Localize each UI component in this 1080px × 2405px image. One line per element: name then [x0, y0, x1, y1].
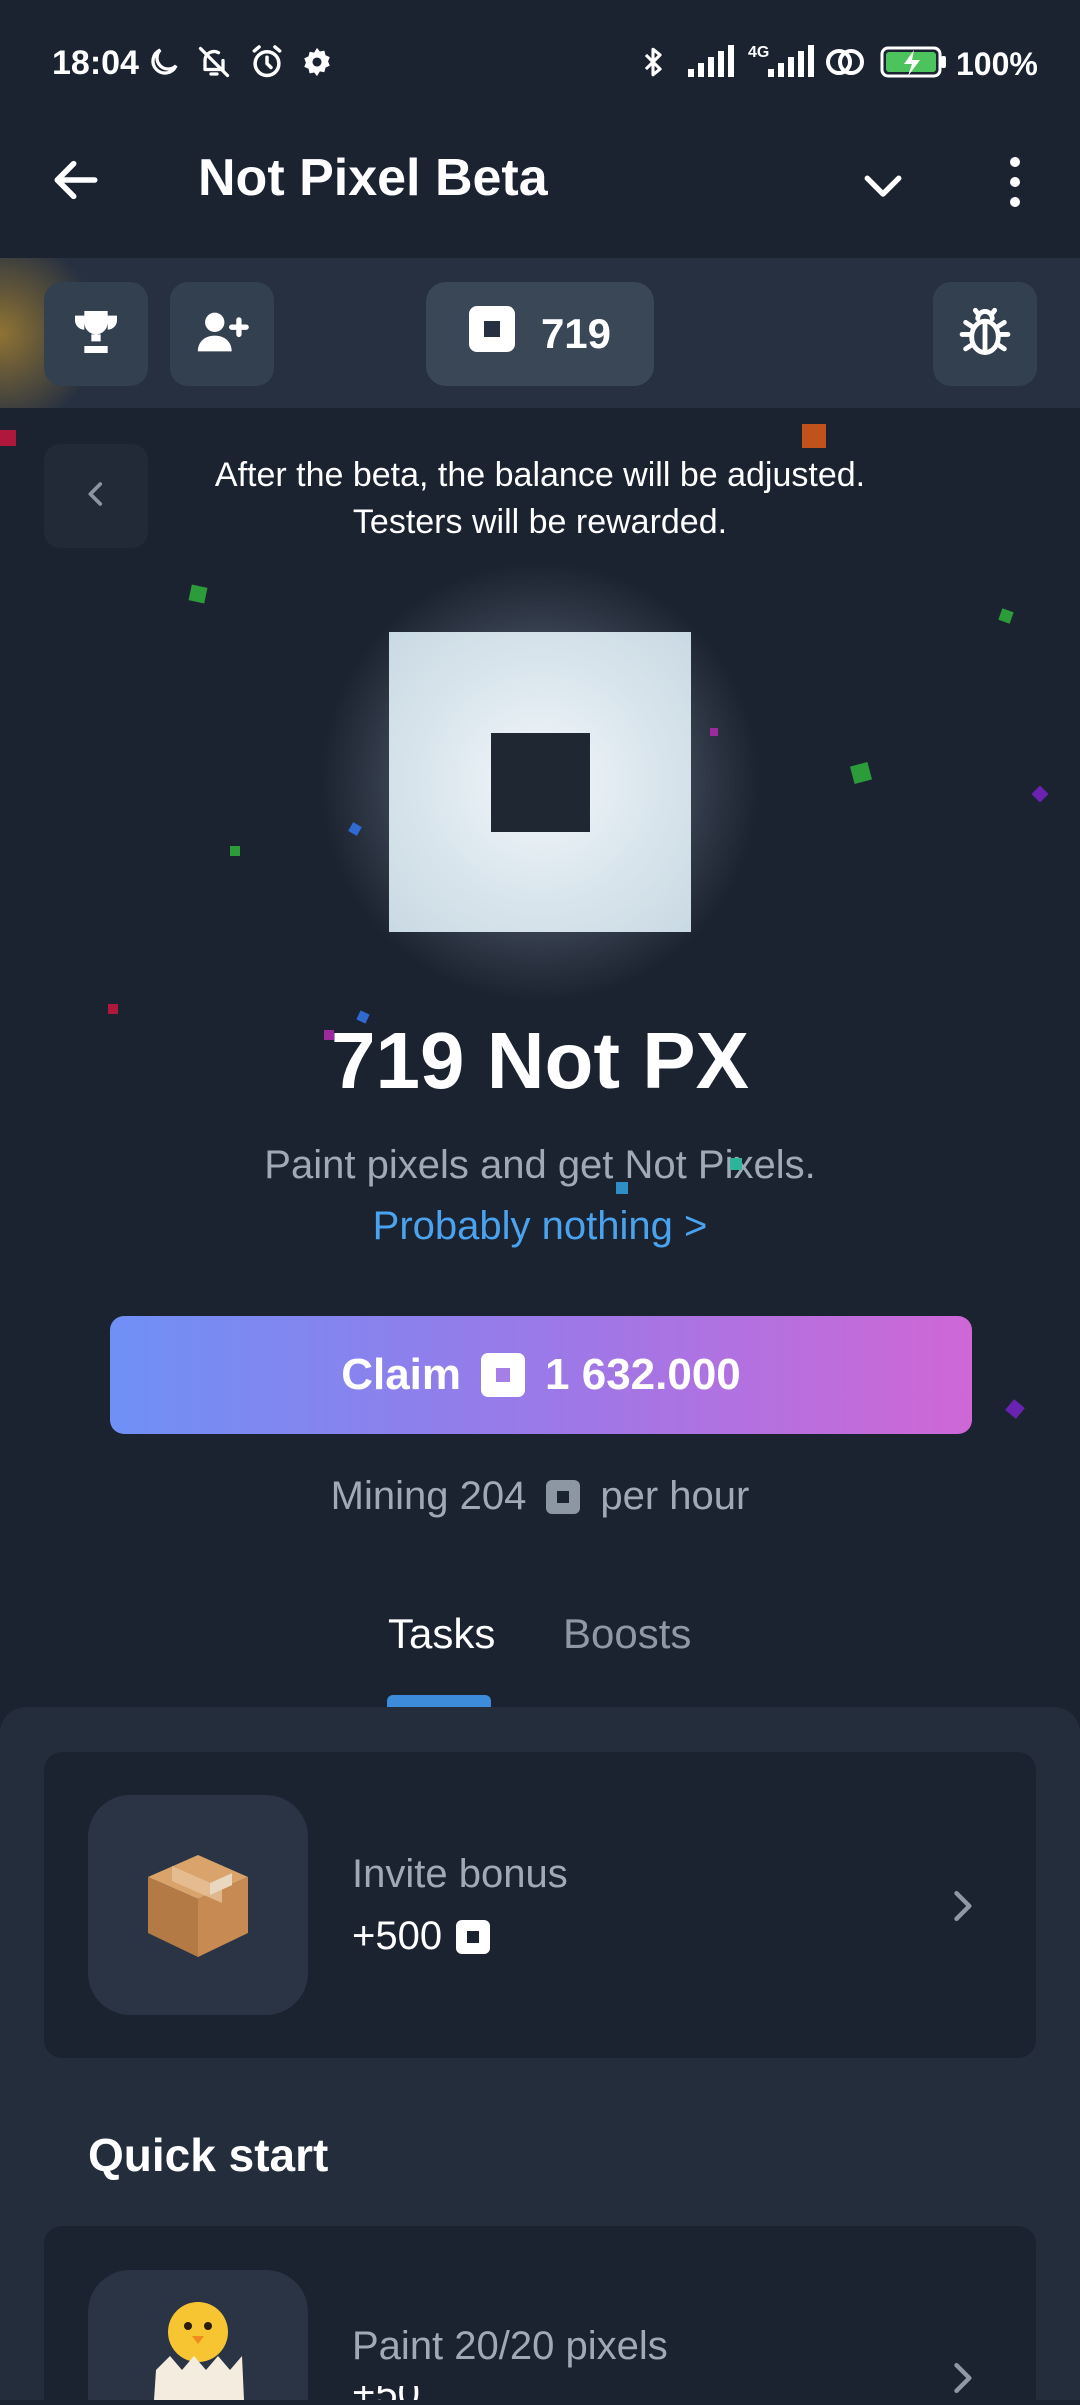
- balance-pill[interactable]: 719: [426, 282, 654, 386]
- confetti: [1031, 785, 1049, 803]
- trophy-icon: [68, 304, 124, 365]
- claim-amount: 1 632.000: [545, 1350, 741, 1399]
- confetti: [730, 1158, 742, 1170]
- hero-subtitle: Paint pixels and get Not Pixels.: [264, 1143, 816, 1187]
- confetti: [0, 430, 16, 446]
- claim-label: Claim: [341, 1350, 462, 1399]
- add-user-icon: [193, 303, 251, 366]
- chevron-right-icon: [940, 2356, 984, 2405]
- quick-start-reward-value: +50: [352, 2386, 420, 2400]
- pixel-coin-icon: [456, 1919, 491, 1954]
- app-title: Not Pixel Beta: [198, 149, 548, 207]
- package-icon: [88, 1795, 308, 2015]
- confetti: [188, 584, 208, 604]
- report-bug-button[interactable]: [933, 282, 1037, 386]
- gear-icon: [300, 44, 334, 80]
- confetti: [710, 728, 718, 736]
- arrow-left-icon[interactable]: [48, 152, 104, 208]
- mining-rate: Mining 204 per hour: [0, 1474, 1080, 1519]
- probably-nothing-link[interactable]: Probably nothing >: [0, 1204, 1080, 1249]
- battery-charging-icon: [880, 44, 948, 80]
- confetti: [849, 761, 873, 785]
- task-reward-value: +500: [352, 1914, 443, 1958]
- task-title: Invite bonus: [352, 1852, 568, 1896]
- battery-percent: 100%: [956, 46, 1038, 82]
- signal-icon: [686, 44, 736, 80]
- task-reward: +500: [352, 1914, 491, 1959]
- moon-icon: [146, 44, 182, 80]
- chevron-down-icon[interactable]: [856, 158, 910, 212]
- alarm-icon: [248, 44, 286, 80]
- confetti: [1005, 1399, 1025, 1419]
- link-icon: [824, 44, 866, 80]
- tab-tasks[interactable]: Tasks: [388, 1610, 495, 1658]
- pixel-coin-icon: [468, 306, 515, 362]
- not-pixel-logo-center: [491, 733, 590, 832]
- tab-active-indicator: [387, 1695, 491, 1707]
- confetti: [324, 1030, 334, 1040]
- pixel-coin-icon: [546, 1479, 581, 1514]
- bug-icon: [956, 303, 1014, 366]
- confetti: [230, 846, 240, 856]
- collapse-button[interactable]: [44, 444, 148, 548]
- status-time: 18:04: [52, 44, 139, 82]
- confetti: [802, 424, 826, 448]
- balance-value: 719: [540, 310, 612, 357]
- bell-off-icon: [196, 44, 232, 80]
- confetti: [616, 1182, 628, 1194]
- hatching-chick-icon: [88, 2270, 308, 2400]
- quick-start-task-reward: +50: [352, 2386, 420, 2400]
- leaderboard-button[interactable]: [44, 282, 148, 386]
- invite-friends-button[interactable]: [170, 282, 274, 386]
- quick-start-title: Quick start: [88, 2129, 329, 2181]
- bluetooth-icon: [636, 44, 670, 80]
- chevron-left-icon: [79, 477, 113, 516]
- claim-button[interactable]: Claim 1 632.000: [110, 1316, 972, 1434]
- mining-suffix: per hour: [600, 1474, 750, 1518]
- pixel-coin-icon: [481, 1353, 526, 1397]
- mining-prefix: Mining 204: [330, 1474, 527, 1518]
- beta-notice: After the beta, the balance will be adju…: [214, 456, 866, 541]
- quick-start-task-title: Paint 20/20 pixels: [352, 2324, 668, 2368]
- confetti: [998, 608, 1014, 624]
- tab-boosts[interactable]: Boosts: [563, 1610, 691, 1658]
- more-vert-icon[interactable]: [1000, 152, 1030, 212]
- balance-title: 719 Not PX: [331, 1016, 749, 1105]
- signal-4g-icon: [766, 44, 816, 80]
- confetti: [108, 1004, 118, 1014]
- chevron-right-icon: [940, 1884, 984, 1933]
